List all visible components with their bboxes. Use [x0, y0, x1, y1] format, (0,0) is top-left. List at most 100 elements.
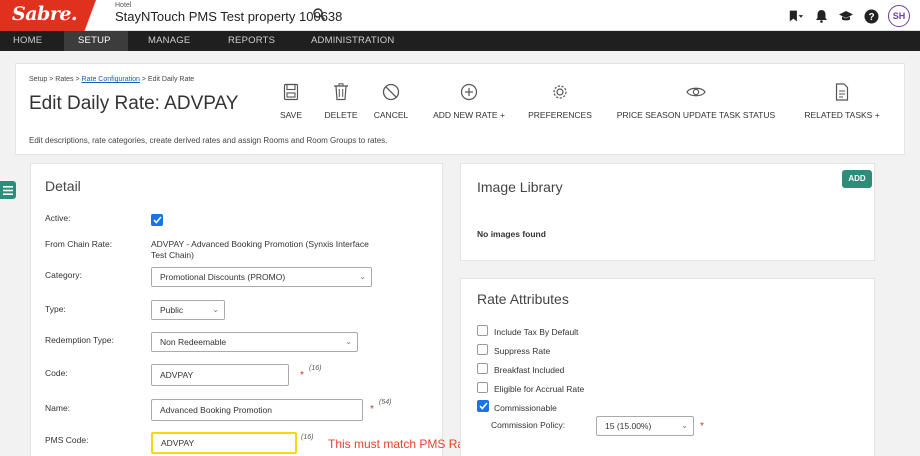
delete-button[interactable]: DELETE [319, 82, 363, 120]
from-chain-line-1: ADVPAY - Advanced Booking Promotion (Syn… [151, 239, 369, 249]
from-chain-label: From Chain Rate: [45, 239, 113, 249]
help-icon[interactable]: ? [863, 8, 879, 24]
delete-label: DELETE [324, 110, 358, 120]
image-library-title: Image Library [477, 179, 563, 195]
category-label: Category: [45, 270, 82, 280]
side-menu-toggle[interactable] [0, 181, 16, 199]
commission-required-mark: * [700, 421, 704, 432]
accrual-rate-checkbox[interactable] [477, 382, 488, 393]
redemption-type-value: Non Redeemable [160, 337, 227, 347]
pms-code-char-count: (16) [301, 434, 314, 441]
checkmark-icon [478, 402, 488, 410]
chevron-down-icon: ⌄ [345, 337, 352, 346]
commissionable-label: Commissionable [494, 403, 557, 413]
related-tasks-label: RELATED TASKS + [804, 110, 880, 120]
preferences-label: PREFERENCES [528, 110, 592, 120]
type-value: Public [160, 305, 184, 315]
cancel-label: CANCEL [373, 110, 409, 120]
search-icon[interactable] [312, 7, 326, 21]
code-char-count: (16) [309, 365, 322, 372]
rate-attributes-card: Rate Attributes Include Tax By Default S… [460, 278, 875, 456]
page-title: Edit Daily Rate: ADVPAY [29, 93, 239, 114]
chevron-down-icon: ⌄ [359, 272, 366, 281]
include-tax-checkbox[interactable] [477, 325, 488, 336]
no-images-text: No images found [477, 229, 546, 239]
graduation-cap-icon[interactable] [838, 8, 854, 24]
hotel-name[interactable]: StayNTouch PMS Test property 100638 [115, 9, 342, 24]
pms-code-input[interactable]: ADVPAY [151, 432, 297, 454]
rate-attributes-title: Rate Attributes [477, 291, 569, 307]
main-nav: HOME SETUP MANAGE REPORTS ADMINISTRATION [0, 31, 920, 51]
type-label: Type: [45, 304, 66, 314]
save-label: SAVE [279, 110, 303, 120]
document-icon [794, 82, 890, 102]
commission-policy-value: 15 (15.00%) [605, 421, 652, 431]
page-description: Edit descriptions, rate categories, crea… [29, 136, 388, 145]
cancel-button[interactable]: CANCEL [368, 82, 414, 120]
bookmark-dropdown-icon[interactable] [788, 8, 804, 24]
top-icons: ? SH [788, 4, 910, 28]
hamburger-icon [3, 185, 13, 195]
type-select[interactable]: Public ⌄ [151, 300, 225, 320]
breadcrumb-suffix: > Edit Daily Rate [139, 76, 195, 83]
detail-title: Detail [45, 178, 81, 194]
preferences-button[interactable]: PREFERENCES [522, 82, 598, 120]
price-season-task-status-button[interactable]: PRICE SEASON UPDATE TASK STATUS [605, 82, 787, 120]
hotel-caption: Hotel [115, 2, 132, 9]
save-icon [274, 82, 308, 102]
eye-icon [605, 82, 787, 102]
checkmark-icon [152, 216, 162, 224]
gear-icon [522, 82, 598, 102]
user-avatar[interactable]: SH [888, 5, 910, 27]
detail-card: Detail Active: From Chain Rate: ADVPAY -… [30, 163, 443, 456]
nav-reports[interactable]: REPORTS [228, 31, 275, 51]
trash-icon [319, 82, 363, 102]
nav-manage[interactable]: MANAGE [148, 31, 190, 51]
nav-setup[interactable]: SETUP [64, 31, 128, 51]
code-value: ADVPAY [160, 370, 194, 380]
image-library-card: Image Library No images found [460, 163, 875, 261]
breadcrumb: Setup > Rates > Rate Configuration > Edi… [29, 76, 194, 83]
code-input[interactable]: ADVPAY [151, 364, 289, 386]
add-circle-icon [424, 82, 514, 102]
redemption-type-label: Redemption Type: [45, 335, 114, 345]
breakfast-included-checkbox[interactable] [477, 363, 488, 374]
breakfast-included-label: Breakfast Included [494, 365, 565, 375]
category-value: Promotional Discounts (PROMO) [160, 272, 286, 282]
suppress-rate-checkbox[interactable] [477, 344, 488, 355]
logo-text: Sabre. [12, 3, 78, 25]
top-bar: Sabre. Hotel StayNTouch PMS Test propert… [0, 0, 920, 31]
from-chain-value: ADVPAY - Advanced Booking Promotion (Syn… [151, 239, 421, 261]
active-checkbox[interactable] [151, 214, 163, 226]
add-new-rate-button[interactable]: ADD NEW RATE + [424, 82, 514, 120]
code-required-mark: * [300, 370, 304, 381]
category-select[interactable]: Promotional Discounts (PROMO) ⌄ [151, 267, 372, 287]
chevron-down-icon: ⌄ [212, 305, 219, 314]
name-input[interactable]: Advanced Booking Promotion [151, 399, 363, 421]
nav-home[interactable]: HOME [13, 31, 42, 51]
redemption-type-select[interactable]: Non Redeemable ⌄ [151, 332, 358, 352]
pms-code-label: PMS Code: [45, 435, 89, 445]
accrual-rate-label: Eligible for Accrual Rate [494, 384, 585, 394]
commissionable-checkbox[interactable] [477, 400, 489, 412]
add-image-button[interactable]: ADD [842, 170, 872, 188]
suppress-rate-label: Suppress Rate [494, 346, 551, 356]
page-header: Setup > Rates > Rate Configuration > Edi… [15, 63, 905, 155]
from-chain-line-2: Test Chain) [151, 250, 194, 260]
pms-code-value: ADVPAY [161, 438, 195, 448]
commission-policy-label: Commission Policy: [491, 420, 566, 430]
save-button[interactable]: SAVE [274, 82, 308, 120]
nav-administration[interactable]: ADMINISTRATION [311, 31, 394, 51]
breadcrumb-prefix: Setup > Rates > [29, 76, 82, 83]
notification-bell-icon[interactable] [813, 8, 829, 24]
commission-policy-select[interactable]: 15 (15.00%) ⌄ [596, 416, 694, 436]
sabre-logo[interactable]: Sabre. [0, 0, 96, 31]
related-tasks-button[interactable]: RELATED TASKS + [794, 82, 890, 120]
svg-text:?: ? [868, 12, 874, 23]
breadcrumb-link-rate-configuration[interactable]: Rate Configuration [82, 76, 140, 83]
name-required-mark: * [370, 404, 374, 415]
name-char-count: (54) [379, 399, 392, 406]
cancel-icon [368, 82, 414, 102]
include-tax-label: Include Tax By Default [494, 327, 579, 337]
name-value: Advanced Booking Promotion [160, 405, 272, 415]
